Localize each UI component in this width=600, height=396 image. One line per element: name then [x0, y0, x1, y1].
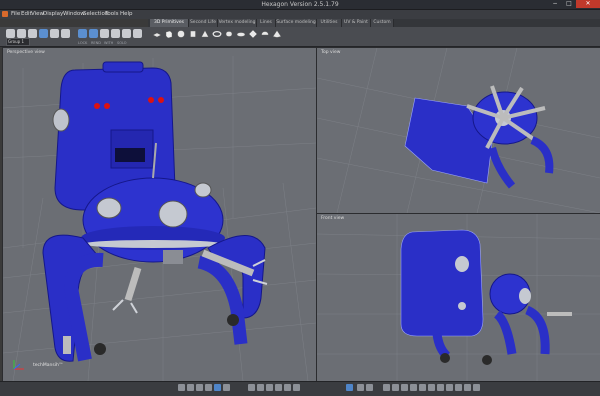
disc-primitive-icon[interactable]: [236, 29, 246, 39]
reflection-icon[interactable]: [437, 384, 444, 391]
vertex-select-icon[interactable]: [39, 29, 48, 38]
rotate-tool-icon[interactable]: [89, 29, 98, 38]
shading-wire-icon[interactable]: [383, 384, 390, 391]
pan-icon[interactable]: [257, 384, 264, 391]
frame-icon[interactable]: [284, 384, 291, 391]
tab-surface-modeling[interactable]: Surface modeling: [276, 19, 317, 27]
pyramid-primitive-icon[interactable]: [272, 29, 282, 39]
render-icon[interactable]: [446, 384, 453, 391]
menu-window[interactable]: Window: [63, 10, 85, 19]
background-icon[interactable]: [464, 384, 471, 391]
front-scene: [317, 214, 600, 381]
menu-display[interactable]: Display: [43, 10, 63, 19]
watermark: techMansih™: [33, 363, 64, 368]
lock-label: LOCK: [78, 41, 88, 45]
move-tool-icon[interactable]: [78, 29, 87, 38]
view-grid-icon[interactable]: [223, 384, 230, 391]
select-mode-icon[interactable]: [346, 384, 353, 391]
view-quad-icon[interactable]: [196, 384, 203, 391]
tab-3d-primitives[interactable]: 3D Primitives: [150, 19, 189, 27]
top-scene: [317, 48, 600, 213]
top-view-label: Top view: [321, 50, 341, 55]
edit-mode-icon[interactable]: [366, 384, 373, 391]
tab-lines[interactable]: Lines: [257, 19, 276, 27]
maximize-button[interactable]: □: [562, 0, 576, 8]
perspective-view-label: Perspective view: [7, 50, 45, 55]
paint-select-icon[interactable]: [28, 29, 37, 38]
menu-help[interactable]: Help: [120, 10, 133, 19]
minimize-button[interactable]: −: [548, 0, 562, 8]
close-button[interactable]: ✕: [576, 0, 600, 8]
cube-primitive-icon[interactable]: [164, 29, 174, 39]
shadow-icon[interactable]: [428, 384, 435, 391]
torus-primitive-icon[interactable]: [212, 29, 222, 39]
diamond-primitive-icon[interactable]: [248, 29, 258, 39]
axis-gizmo-icon: [13, 360, 24, 370]
solo-label: SOLO: [117, 41, 127, 45]
cone-primitive-icon[interactable]: [200, 29, 210, 39]
shading-flat-icon[interactable]: [392, 384, 399, 391]
hemisphere-primitive-icon[interactable]: [260, 29, 270, 39]
tab-custom[interactable]: Custom: [371, 19, 394, 27]
plane-primitive-icon[interactable]: [152, 29, 162, 39]
edge-select-icon[interactable]: [50, 29, 59, 38]
sphere-primitive-icon[interactable]: [176, 29, 186, 39]
lighting-icon[interactable]: [419, 384, 426, 391]
lasso-select-icon[interactable]: [17, 29, 26, 38]
window-title: Hexagon Version 2.5.1.79: [261, 1, 339, 8]
menu-file[interactable]: File: [11, 10, 20, 19]
view-split-icon[interactable]: [187, 384, 194, 391]
grid-toggle-icon[interactable]: [473, 384, 480, 391]
with-label: WITH: [104, 41, 114, 45]
object-dropdown-value: Group 1: [8, 39, 24, 44]
cylinder-primitive-icon[interactable]: [188, 29, 198, 39]
perspective-scene: [3, 56, 316, 381]
tab-utilities[interactable]: Utilities: [317, 19, 342, 27]
view-three-icon[interactable]: [205, 384, 212, 391]
select-arrow-icon[interactable]: [6, 29, 15, 38]
hexagon-logo-icon: [2, 11, 8, 17]
universal-tool-icon[interactable]: [111, 29, 120, 38]
status-bar: [0, 381, 600, 396]
orbit-icon[interactable]: [275, 384, 282, 391]
camera-icon[interactable]: [248, 384, 255, 391]
menu-tools[interactable]: Tools: [105, 10, 119, 19]
shading-smooth-icon[interactable]: [401, 384, 408, 391]
scale-tool-icon[interactable]: [100, 29, 109, 38]
zoom-icon[interactable]: [266, 384, 273, 391]
tube-primitive-icon[interactable]: [224, 29, 234, 39]
perspective-viewport[interactable]: Perspective view techMansih™: [2, 47, 317, 382]
view-layout-icon[interactable]: [214, 384, 221, 391]
top-viewport[interactable]: Top view: [316, 47, 600, 214]
tab-vertex-modeling[interactable]: Vertex modeling: [218, 19, 257, 27]
tab-second-life[interactable]: Second Life: [189, 19, 218, 27]
transform-mode-icon[interactable]: [357, 384, 364, 391]
tab-uv-paint[interactable]: UV & Paint: [342, 19, 371, 27]
snap-tool-icon[interactable]: [122, 29, 131, 38]
render-settings-icon[interactable]: [455, 384, 462, 391]
reset-view-icon[interactable]: [293, 384, 300, 391]
lock-tool-icon[interactable]: [133, 29, 142, 38]
shading-texture-icon[interactable]: [410, 384, 417, 391]
view-single-icon[interactable]: [178, 384, 185, 391]
rend-label: REND: [91, 41, 101, 45]
face-select-icon[interactable]: [61, 29, 70, 38]
front-view-label: Front view: [321, 216, 345, 221]
front-viewport[interactable]: Front view: [316, 213, 600, 382]
